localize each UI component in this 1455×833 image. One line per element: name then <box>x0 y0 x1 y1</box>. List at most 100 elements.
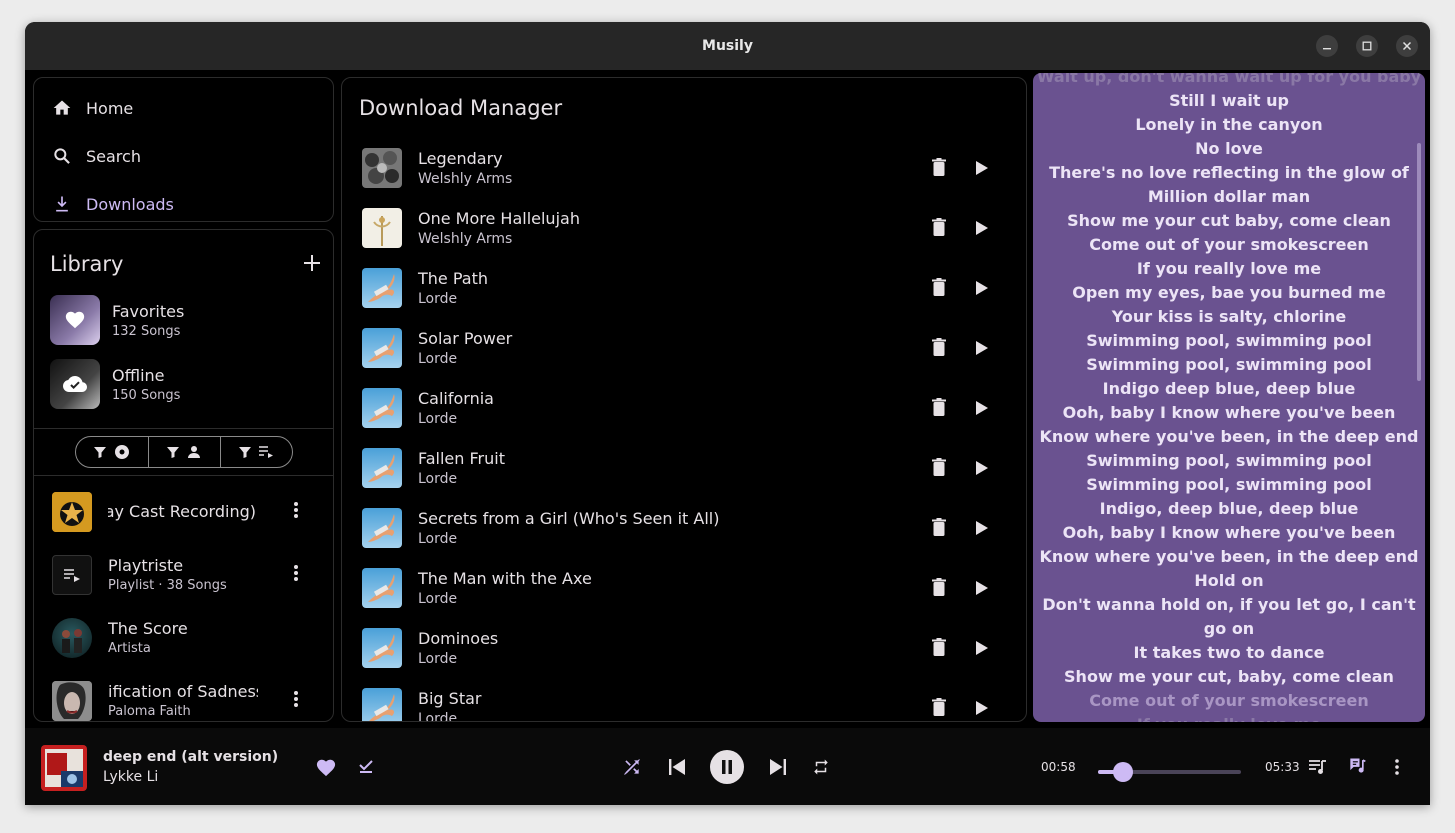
lyric-line[interactable]: Wait up, don't wanna wait up for you bab… <box>1033 73 1425 89</box>
more-options-button[interactable] <box>294 691 298 711</box>
lyric-line[interactable]: Million dollar man <box>1033 185 1425 209</box>
play-track-button[interactable] <box>976 460 988 479</box>
lyric-line[interactable]: Your kiss is salty, chlorine <box>1033 305 1425 329</box>
lyric-line[interactable]: Indigo, deep blue, deep blue <box>1033 497 1425 521</box>
lyric-line[interactable]: Still I wait up <box>1033 89 1425 113</box>
lyric-line[interactable]: There's no love reflecting in the glow o… <box>1033 161 1425 185</box>
play-track-button[interactable] <box>976 400 988 419</box>
track-title: Solar Power <box>418 329 513 348</box>
lyric-line[interactable]: Swimming pool, swimming pool <box>1033 353 1425 377</box>
download-track-row[interactable]: The Man with the Axe Lorde <box>342 558 1026 618</box>
delete-download-button[interactable] <box>932 338 946 360</box>
library-item-album[interactable]: ification of Sadness Paloma Faith <box>34 669 333 721</box>
album-filter-button[interactable] <box>76 437 148 467</box>
lyric-line[interactable]: Swimming pool, swimming pool <box>1033 329 1425 353</box>
play-track-button[interactable] <box>976 220 988 239</box>
previous-button[interactable] <box>666 756 688 778</box>
delete-download-button[interactable] <box>932 278 946 300</box>
delete-download-button[interactable] <box>932 698 946 720</box>
lyric-line[interactable]: Come out of your smokescreen <box>1033 689 1425 713</box>
add-library-button[interactable] <box>303 251 321 277</box>
nav-item-home[interactable]: Home <box>34 84 333 132</box>
lyric-line[interactable]: No love <box>1033 137 1425 161</box>
delete-download-button[interactable] <box>932 518 946 540</box>
lyric-line[interactable]: Lonely in the canyon <box>1033 113 1425 137</box>
play-track-button[interactable] <box>976 580 988 599</box>
nav-item-downloads[interactable]: Downloads <box>34 180 333 228</box>
play-track-button[interactable] <box>976 160 988 179</box>
more-options-button[interactable] <box>294 565 298 585</box>
repeat-button[interactable] <box>810 756 832 778</box>
lyric-line[interactable]: If you really love me <box>1033 257 1425 281</box>
library-item-offline[interactable]: Offline 150 Songs <box>34 352 333 416</box>
play-track-button[interactable] <box>976 640 988 659</box>
lyrics-panel[interactable]: Wait up, don't wanna wait up for you bab… <box>1033 73 1425 722</box>
delete-icon <box>932 458 946 476</box>
favorite-button[interactable] <box>315 756 337 778</box>
artist-filter-button[interactable] <box>147 437 220 467</box>
download-track-row[interactable]: The Path Lorde <box>342 258 1026 318</box>
lyric-line[interactable]: Ooh, baby I know where you've been <box>1033 521 1425 545</box>
download-track-row[interactable]: Legendary Welshly Arms <box>342 138 1026 198</box>
playlist-filter-button[interactable] <box>219 437 292 467</box>
nav-item-label: Home <box>86 98 134 118</box>
queue-button[interactable] <box>1307 756 1329 778</box>
play-track-button[interactable] <box>976 700 988 719</box>
shuffle-button[interactable] <box>621 756 643 778</box>
lyric-line[interactable]: Ooh, baby I know where you've been <box>1033 401 1425 425</box>
lyric-line[interactable]: Show me your cut baby, come clean <box>1033 209 1425 233</box>
library-item-playlist[interactable]: Playtriste Playlist · 38 Songs <box>34 543 333 606</box>
download-track-row[interactable]: Fallen Fruit Lorde <box>342 438 1026 498</box>
lyric-line[interactable]: Come out of your smokescreen <box>1033 233 1425 257</box>
now-playing-artwork[interactable] <box>41 745 87 791</box>
lyric-line[interactable]: go on <box>1033 617 1425 641</box>
lyric-line[interactable]: Swimming pool, swimming pool <box>1033 473 1425 497</box>
delete-download-button[interactable] <box>932 158 946 180</box>
play-track-button[interactable] <box>976 520 988 539</box>
lyric-line[interactable]: Open my eyes, bae you burned me <box>1033 281 1425 305</box>
library-item-artist[interactable]: The Score Artista <box>34 606 333 669</box>
download-track-row[interactable]: One More Hallelujah Welshly Arms <box>342 198 1026 258</box>
now-playing-title[interactable]: deep end (alt version) <box>103 749 278 765</box>
progress-thumb[interactable] <box>1113 762 1134 782</box>
play-track-button[interactable] <box>976 340 988 359</box>
lyrics-scrollbar[interactable] <box>1417 143 1421 381</box>
nav-item-search[interactable]: Search <box>34 132 333 180</box>
lyric-line[interactable]: Know where you've been, in the deep end <box>1033 545 1425 569</box>
download-track-row[interactable]: California Lorde <box>342 378 1026 438</box>
minimize-button[interactable] <box>1316 35 1338 57</box>
lyrics-button[interactable] <box>1346 755 1368 777</box>
close-button[interactable] <box>1396 35 1418 57</box>
lyric-line[interactable]: Show me your cut, baby, come clean <box>1033 665 1425 689</box>
more-options-button[interactable] <box>294 502 298 522</box>
next-button[interactable] <box>767 756 789 778</box>
player-more-button[interactable] <box>1387 756 1407 778</box>
delete-download-button[interactable] <box>932 458 946 480</box>
lyric-line[interactable]: Don't wanna hold on, if you let go, I ca… <box>1033 593 1425 617</box>
lyric-line[interactable]: Swimming pool, swimming pool <box>1033 449 1425 473</box>
lyric-line[interactable]: Hold on <box>1033 569 1425 593</box>
lyric-line[interactable]: Indigo deep blue, deep blue <box>1033 377 1425 401</box>
downloaded-button[interactable] <box>356 756 376 776</box>
lyric-line[interactable]: If you really love me <box>1033 713 1425 722</box>
delete-download-button[interactable] <box>932 398 946 420</box>
library-item-album[interactable]: way Cast Recording) <box>34 480 333 543</box>
delete-download-button[interactable] <box>932 638 946 660</box>
now-playing-artist[interactable]: Lykke Li <box>103 769 158 785</box>
progress-slider[interactable] <box>1098 762 1241 782</box>
download-track-row[interactable]: Secrets from a Girl (Who's Seen it All) L… <box>342 498 1026 558</box>
delete-download-button[interactable] <box>932 218 946 240</box>
delete-download-button[interactable] <box>932 578 946 600</box>
home-icon <box>52 98 72 118</box>
lyric-line[interactable]: It takes two to dance <box>1033 641 1425 665</box>
elapsed-time: 00:58 <box>1041 760 1076 774</box>
download-track-row[interactable]: Dominoes Lorde <box>342 618 1026 678</box>
library-item-favorites[interactable]: Favorites 132 Songs <box>34 288 333 352</box>
library-title: Library <box>50 252 124 276</box>
pause-button[interactable] <box>710 750 744 784</box>
maximize-button[interactable] <box>1356 35 1378 57</box>
download-track-row[interactable]: Big Star Lorde <box>342 678 1026 721</box>
download-track-row[interactable]: Solar Power Lorde <box>342 318 1026 378</box>
lyric-line[interactable]: Know where you've been, in the deep end <box>1033 425 1425 449</box>
play-track-button[interactable] <box>976 280 988 299</box>
